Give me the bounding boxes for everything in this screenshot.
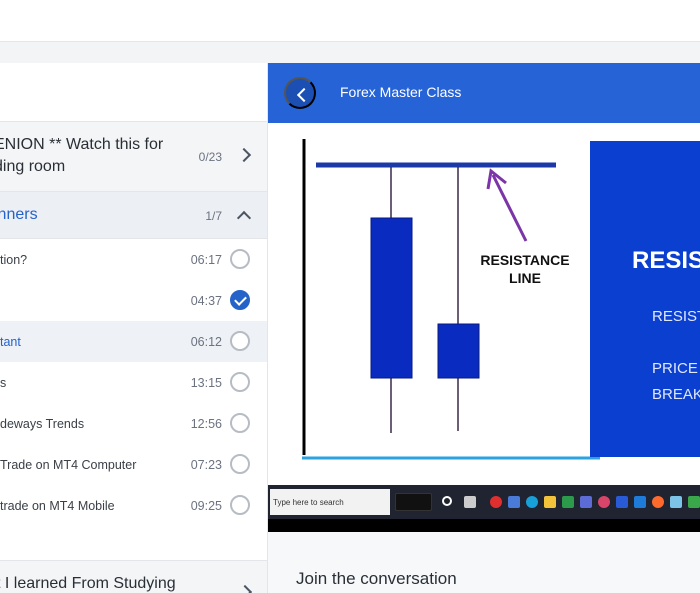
candle-body: [370, 217, 413, 379]
chevron-right-icon: [236, 147, 252, 163]
section-progress: 0/23: [198, 150, 222, 164]
section-title: ENION ** Watch this for ding room: [0, 136, 164, 175]
panel-text: PRICE: [652, 360, 698, 377]
lesson-item[interactable]: deways Trends 12:56: [0, 403, 267, 444]
completed-check-icon[interactable]: [230, 290, 250, 310]
section-progress: 1/7: [205, 209, 222, 223]
conversation-heading: Join the conversation: [296, 569, 457, 588]
slide-illustration: RESISTANCE LINE RESIS RESIST PRICE BREAK: [302, 139, 700, 460]
lesson-duration: 12:56: [190, 417, 222, 431]
lesson-title: tion?: [0, 253, 28, 267]
panel-title: RESIS: [632, 247, 700, 274]
lesson-item[interactable]: tion? 06:17: [0, 239, 267, 280]
folder-icon: [544, 496, 556, 508]
section-title: t I learned From Studying: [0, 575, 176, 592]
taskbar-app-icon: [464, 496, 476, 508]
completion-circle-icon[interactable]: [230, 372, 250, 392]
lesson-duration: 06:17: [190, 253, 222, 267]
taskbar-app-icon: [395, 493, 432, 511]
lesson-title: trade on MT4 Mobile: [0, 499, 115, 513]
task-view-icon: [442, 496, 452, 506]
sidebar-header: [0, 63, 267, 122]
completion-circle-icon[interactable]: [230, 249, 250, 269]
candle-body: [437, 323, 480, 379]
chevron-up-icon: [236, 210, 252, 226]
taskbar-app-icon: [688, 496, 700, 508]
completion-circle-icon[interactable]: [230, 331, 250, 351]
teams-icon: [580, 496, 592, 508]
video-frame: RESISTANCE LINE RESIS RESIST PRICE BREAK: [268, 123, 700, 485]
lesson-item[interactable]: trade on MT4 Mobile 09:25: [0, 485, 267, 526]
recorded-taskbar: Type here to search: [268, 485, 700, 519]
section-header-collapsed[interactable]: t I learned From Studying: [0, 560, 267, 593]
conversation-area: Join the conversation: [268, 532, 700, 593]
lesson-item-active[interactable]: tant 06:12: [0, 321, 267, 362]
slide-label: LINE: [509, 270, 541, 286]
arrow-shaft: [491, 174, 528, 242]
completion-circle-icon[interactable]: [230, 413, 250, 433]
course-sidebar: ENION ** Watch this for ding room 0/23 i…: [0, 63, 268, 593]
panel-text: BREAK: [652, 386, 700, 403]
lesson-duration: 06:12: [190, 335, 222, 349]
back-button[interactable]: [284, 77, 316, 109]
taskbar-app-icon: [634, 496, 646, 508]
lesson-content: Forex Master Class RESISTANCE LINE RESIS…: [268, 63, 700, 593]
completion-circle-icon[interactable]: [230, 454, 250, 474]
lesson-item[interactable]: Trade on MT4 Computer 07:23: [0, 444, 267, 485]
lesson-item[interactable]: s 13:15: [0, 362, 267, 403]
taskbar-app-icon: [652, 496, 664, 508]
content-gutter: [0, 42, 700, 63]
lesson-title: s: [0, 376, 7, 390]
chevron-right-icon: [237, 584, 253, 593]
slide-label: RESISTANCE: [480, 252, 569, 268]
taskbar-app-icon: [508, 496, 520, 508]
lesson-duration: 07:23: [190, 458, 222, 472]
taskbar-search: Type here to search: [270, 489, 390, 515]
section-header-collapsed[interactable]: ENION ** Watch this for ding room 0/23: [0, 122, 267, 192]
video-player[interactable]: RESISTANCE LINE RESIS RESIST PRICE BREAK…: [268, 123, 700, 532]
word-icon: [616, 496, 628, 508]
taskbar-app-icon: [562, 496, 574, 508]
panel-text: RESIST: [652, 308, 700, 325]
section-header-expanded[interactable]: inners 1/7: [0, 192, 267, 239]
lesson-title: Trade on MT4 Computer: [0, 458, 137, 472]
course-title: Forex Master Class: [340, 84, 462, 100]
taskbar-app-icon: [670, 496, 682, 508]
section-title: inners: [0, 206, 38, 223]
opera-icon: [490, 496, 502, 508]
lesson-duration: 13:15: [190, 376, 222, 390]
top-bar: [0, 0, 700, 42]
lesson-list: tion? 06:17 04:37 tant 06:12 s 13:15 dew…: [0, 239, 267, 526]
video-header: Forex Master Class: [268, 63, 700, 123]
slide-panel: [590, 141, 700, 457]
lesson-duration: 04:37: [190, 294, 222, 308]
lesson-duration: 09:25: [190, 499, 222, 513]
taskbar-app-icon: [598, 496, 610, 508]
lesson-item[interactable]: 04:37: [0, 280, 267, 321]
edge-icon: [526, 496, 538, 508]
completion-circle-icon[interactable]: [230, 495, 250, 515]
lesson-title: tant: [0, 335, 21, 349]
lesson-title: deways Trends: [0, 417, 85, 431]
